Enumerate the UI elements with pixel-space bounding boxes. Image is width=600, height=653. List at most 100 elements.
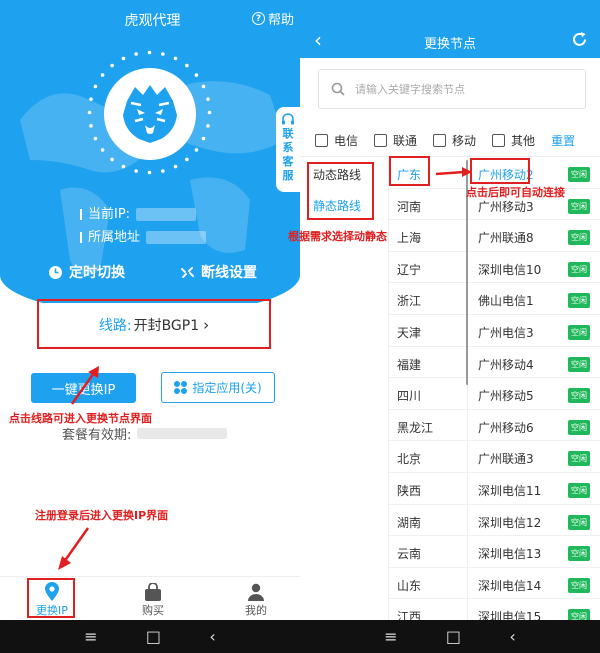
node-item[interactable]: 深圳电信10 空闲 — [478, 261, 590, 278]
menu-icon[interactable]: ≡ — [84, 627, 97, 646]
province-item[interactable]: 上海 — [397, 229, 421, 246]
province-item[interactable]: 福建 — [397, 356, 421, 373]
back-icon[interactable]: ‹ — [209, 627, 215, 646]
annotation-login-hint: 注册登录后进入更换IP界面 — [35, 509, 169, 522]
current-ip-value-redacted — [136, 208, 197, 221]
ring-dot — [100, 148, 105, 152]
filter-other[interactable]: 其他 — [492, 132, 535, 149]
node-item[interactable]: 深圳电信12 空闲 — [478, 514, 590, 531]
status-badge: 空闲 — [568, 356, 590, 372]
status-badge: 空闲 — [568, 483, 590, 498]
system-nav-bar-right: ≡ □ ‹ — [300, 620, 600, 653]
filter-unicom[interactable]: 联通 — [374, 132, 417, 149]
ring-dot — [110, 63, 114, 68]
province-item[interactable]: 浙江 — [397, 292, 421, 309]
tab-purchase[interactable]: 购买 — [123, 580, 183, 618]
node-item[interactable]: 深圳电信13 空闲 — [478, 545, 590, 562]
route-type-list: 动态路线 静态路线 — [300, 157, 388, 620]
status-badge: 空闲 — [568, 230, 590, 246]
annotation-arrow-login — [58, 527, 90, 570]
ring-dot — [206, 97, 210, 101]
ring-dot — [206, 124, 210, 128]
ring-dot — [194, 148, 199, 152]
checkbox-icon — [433, 134, 447, 147]
help-link[interactable]: ? 帮助 — [251, 9, 294, 28]
node-item[interactable]: 深圳电信11 空闲 — [478, 482, 590, 499]
ring-dot — [93, 84, 98, 89]
tab-mine[interactable]: 我的 — [226, 580, 286, 618]
ring-dot — [93, 136, 98, 141]
node-item[interactable]: 深圳电信14 空闲 — [478, 577, 590, 594]
header-bar: ‹ 更换节点 — [300, 0, 600, 58]
ring-dot — [173, 56, 178, 61]
node-item[interactable]: 广州移动6 空闲 — [478, 419, 590, 436]
route-highlight-box — [37, 299, 271, 349]
province-item[interactable]: 四川 — [397, 387, 421, 404]
disconnect-settings-button[interactable]: 断线设置 — [180, 262, 257, 282]
node-name: 佛山电信1 — [478, 294, 534, 309]
ring-dot — [185, 63, 189, 68]
node-item[interactable]: 广州联通8 空闲 — [478, 229, 590, 246]
province-item[interactable]: 河南 — [397, 198, 421, 215]
node-name: 广州联通8 — [478, 231, 534, 246]
province-item[interactable]: 北京 — [397, 450, 421, 467]
status-badge: 空闲 — [568, 451, 590, 467]
node-item[interactable]: 广州移动3 空闲 — [478, 198, 590, 215]
disconnect-icon — [181, 266, 194, 278]
province-item[interactable]: 湖南 — [397, 514, 421, 531]
page-title: 更换节点 — [423, 37, 476, 52]
status-badge: 空闲 — [568, 261, 590, 277]
reset-button[interactable]: 重置 — [551, 132, 575, 149]
node-name: 广州移动3 — [478, 199, 534, 214]
node-item[interactable]: 广州移动4 空闲 — [478, 356, 590, 373]
user-icon — [248, 583, 264, 601]
province-item[interactable]: 黑龙江 — [397, 419, 433, 436]
shopping-bag-icon — [145, 583, 161, 601]
checkbox-icon — [374, 134, 388, 147]
search-icon — [331, 82, 345, 96]
system-nav-bar: ≡ □ ‹ — [0, 620, 300, 653]
timer-switch-button[interactable]: 定时切换 — [48, 262, 125, 282]
filter-mobile[interactable]: 移动 — [433, 132, 476, 149]
refresh-icon[interactable] — [571, 31, 588, 48]
menu-icon[interactable]: ≡ — [384, 627, 397, 646]
search-input[interactable] — [355, 82, 575, 96]
node-item[interactable]: 广州移动5 空闲 — [478, 387, 590, 404]
ring-dot — [201, 84, 206, 89]
home-icon[interactable]: □ — [146, 627, 161, 646]
filter-telecom[interactable]: 电信 — [315, 132, 358, 149]
search-box[interactable] — [318, 69, 586, 109]
status-badge: 空闲 — [568, 388, 590, 404]
annotation-type-hint: 根据需求选择动静态 — [288, 230, 387, 243]
node-name: 广州电信3 — [478, 326, 534, 340]
back-icon[interactable]: ‹ — [509, 627, 515, 646]
province-item[interactable]: 陕西 — [397, 482, 421, 499]
app-select-button[interactable]: 指定应用(关) — [161, 372, 275, 403]
status-badge: 空闲 — [568, 167, 590, 182]
annotation-arrow-node — [435, 167, 472, 177]
home-screen: 虎观代理 ? 帮助 当前IP: 所属地址 定时切换 断线设置 联系客服 线路: … — [0, 0, 300, 653]
status-badge: 空闲 — [568, 577, 590, 593]
node-item[interactable]: 佛山电信1 空闲 — [478, 292, 590, 309]
home-icon[interactable]: □ — [446, 627, 461, 646]
plan-expiry: 套餐有效期: — [62, 424, 228, 443]
plan-expiry-label: 套餐有效期: — [62, 428, 132, 443]
province-item[interactable]: 天津 — [397, 324, 421, 341]
ring-dot — [161, 169, 165, 173]
location-label: 所属地址 — [88, 230, 141, 245]
ring-dot — [173, 164, 178, 169]
node-name: 广州移动4 — [478, 357, 534, 372]
province-item[interactable]: 山东 — [397, 577, 421, 594]
status-badge: 空闲 — [568, 325, 590, 340]
contact-service-tab[interactable]: 联系客服 — [276, 107, 300, 192]
province-item[interactable]: 云南 — [397, 545, 421, 562]
checkbox-icon — [492, 134, 506, 147]
ring-dot — [201, 136, 206, 141]
hero-panel: 虎观代理 ? 帮助 当前IP: 所属地址 定时切换 断线设置 — [0, 0, 300, 315]
ring-dot — [134, 169, 138, 173]
node-item[interactable]: 广州联通3 空闲 — [478, 450, 590, 467]
province-item[interactable]: 辽宁 — [397, 261, 421, 278]
plan-expiry-value-redacted — [137, 428, 228, 439]
node-item[interactable]: 广州电信3 空闲 — [478, 324, 590, 341]
help-label: 帮助 — [267, 13, 294, 28]
